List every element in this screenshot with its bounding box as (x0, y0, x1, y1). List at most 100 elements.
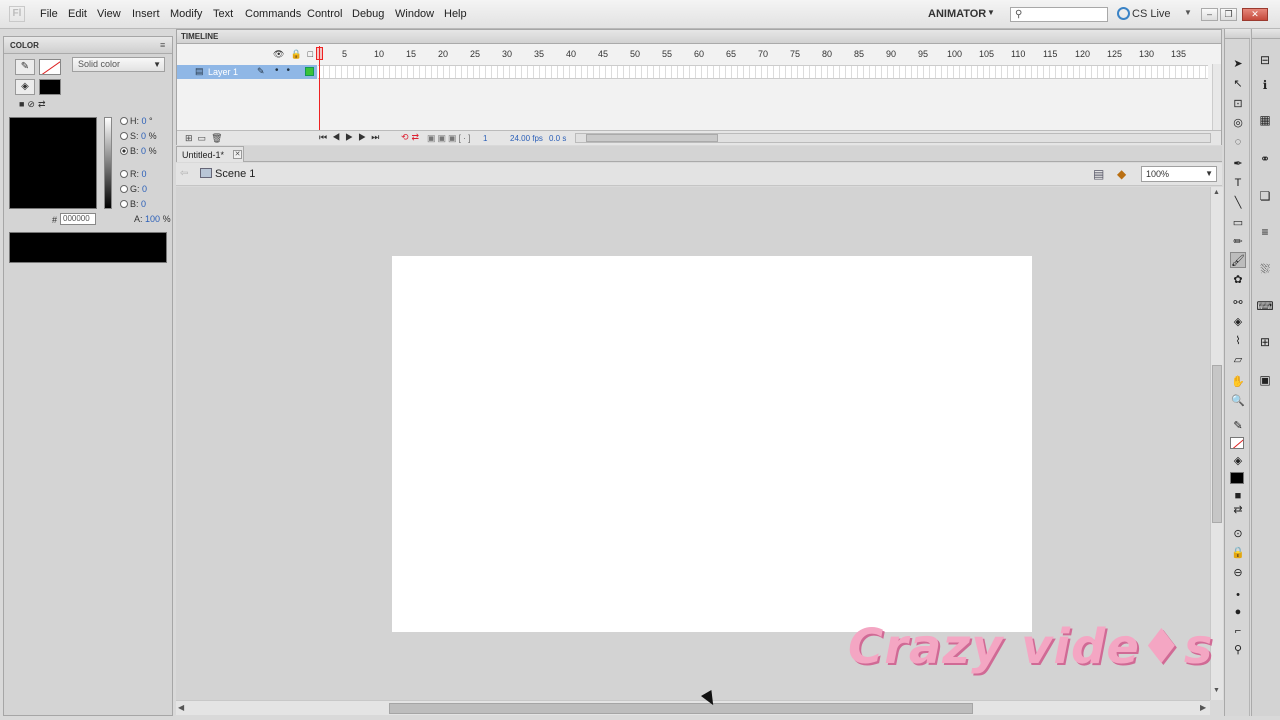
pressure-icon[interactable]: ⚲ (1230, 642, 1246, 658)
new-layer-icon[interactable]: ⊞ (185, 133, 198, 143)
menu-modify[interactable]: Modify (170, 8, 202, 20)
green-row[interactable]: G: 0 (120, 184, 147, 194)
red-row[interactable]: R: 0 (120, 169, 147, 179)
deco-tool-icon[interactable]: ✿ (1230, 272, 1246, 288)
go-first-frame-icon[interactable]: ⏮ (319, 132, 332, 142)
frame-rate-value[interactable]: 24.00 fps (510, 134, 543, 143)
smooth-icon[interactable]: ⊖ (1230, 565, 1246, 581)
code-snippets-icon[interactable]: ⌨ (1256, 297, 1274, 315)
blue-row[interactable]: B: 0 (120, 199, 146, 209)
color-picker-field[interactable] (9, 117, 97, 209)
scroll-down-icon[interactable]: ▼ (1213, 687, 1220, 694)
lock-icon[interactable]: 🔒 (290, 49, 307, 59)
components-panel-icon[interactable]: ⛆ (1256, 260, 1274, 278)
loop-icon[interactable]: ⟲⇄ (401, 132, 422, 143)
new-folder-icon[interactable]: ▭ (198, 133, 212, 143)
scene-breadcrumb[interactable]: Scene 1 (215, 168, 255, 180)
eye-icon[interactable]: 👁 (273, 49, 290, 59)
step-back-icon[interactable]: ◀ (332, 132, 345, 142)
go-last-frame-icon[interactable]: ⏭ (371, 132, 384, 142)
brightness-slider[interactable] (104, 117, 112, 209)
brush-tool-icon[interactable]: 🖌 (1230, 252, 1246, 268)
fill-color-swatch[interactable] (39, 79, 61, 95)
edit-scene-icon[interactable]: ▤ (1093, 167, 1104, 181)
layer-column-icons[interactable]: 👁🔒□ (273, 49, 319, 60)
dock-header[interactable] (1252, 29, 1280, 39)
hue-row[interactable]: H: 0 ° (120, 116, 153, 126)
lasso-tool-icon[interactable]: ◌ (1230, 134, 1246, 150)
stroke-color-swatch[interactable] (39, 59, 61, 75)
properties-panel-icon[interactable]: ≡ (1256, 223, 1274, 241)
text-tool-icon[interactable]: T (1230, 175, 1246, 191)
scroll-right-icon[interactable]: ▶ (1200, 703, 1206, 712)
zoom-select[interactable]: 100% ▼ (1141, 166, 1217, 182)
align-panel-icon[interactable]: ⊟ (1256, 51, 1274, 69)
document-tab[interactable]: Untitled-1* ✕ (176, 146, 244, 162)
search-input[interactable]: ⚲ (1010, 7, 1108, 22)
black-white-swap-icons[interactable]: ■⊘⇄ (19, 99, 49, 110)
blue-radio[interactable] (120, 200, 128, 208)
movie-explorer-icon[interactable]: ▣ (1256, 371, 1274, 389)
snap-to-objects-icon[interactable]: ⊙ (1230, 526, 1246, 542)
scrollbar-thumb[interactable] (1212, 365, 1222, 523)
fill-color-bucket-icon[interactable]: ◈ (15, 79, 35, 95)
menu-commands[interactable]: Commands (245, 8, 301, 20)
step-forward-icon[interactable]: ▶ (358, 132, 371, 142)
swap-colors-icon[interactable]: ⇄ (1230, 502, 1246, 518)
lock-fill-icon[interactable]: 🔒 (1230, 545, 1246, 561)
timeline-header[interactable]: TIMELINE (177, 30, 1221, 44)
green-radio[interactable] (120, 185, 128, 193)
chevron-down-icon[interactable]: ▼ (1184, 8, 1192, 17)
brush-mode-icon[interactable]: • (1230, 587, 1246, 603)
stage-horizontal-scrollbar[interactable]: ◀ ▶ (176, 700, 1210, 715)
red-radio[interactable] (120, 170, 128, 178)
scroll-up-icon[interactable]: ▲ (1213, 189, 1220, 196)
menu-control[interactable]: Control (307, 8, 342, 20)
hex-input[interactable]: 000000 (60, 213, 96, 225)
menu-text[interactable]: Text (213, 8, 233, 20)
3d-rotation-tool-icon[interactable]: ◎ (1230, 115, 1246, 131)
bone-tool-icon[interactable]: ⚯ (1230, 295, 1246, 311)
hue-radio[interactable] (120, 117, 128, 125)
menu-help[interactable]: Help (444, 8, 467, 20)
menu-edit[interactable]: Edit (68, 8, 87, 20)
eyedropper-tool-icon[interactable]: ⌇ (1230, 333, 1246, 349)
chevron-down-icon[interactable]: ▼ (987, 8, 995, 17)
playback-controls[interactable]: ⏮◀▶▶⏭ (319, 132, 384, 143)
edit-symbols-icon[interactable]: ◆ (1117, 167, 1126, 181)
color-type-select[interactable]: Solid color ▼ (72, 57, 165, 72)
motion-presets-icon[interactable]: ⚭ (1256, 150, 1274, 168)
close-icon[interactable]: ✕ (233, 150, 242, 159)
frame-ruler[interactable]: 5 10 15 20 25 30 35 40 45 50 55 60 65 70… (318, 46, 1208, 62)
workspace-switcher[interactable]: ANIMATOR (928, 8, 986, 20)
cs-live-button[interactable]: CS Live (1132, 8, 1171, 20)
pen-tool-icon[interactable]: ✒ (1230, 156, 1246, 172)
brush-size-icon[interactable]: ● (1230, 604, 1246, 620)
layer-name[interactable]: Layer 1 (208, 67, 238, 77)
restore-icon[interactable]: ❐ (1220, 8, 1237, 21)
layer-buttons[interactable]: ⊞▭🗑 (185, 133, 228, 144)
brightness-row[interactable]: B: 0 % (120, 146, 157, 156)
menu-view[interactable]: View (97, 8, 121, 20)
menu-insert[interactable]: Insert (132, 8, 160, 20)
free-transform-tool-icon[interactable]: ⊡ (1230, 96, 1246, 112)
hand-tool-icon[interactable]: ✋ (1230, 374, 1246, 390)
info-panel-icon[interactable]: ℹ (1256, 76, 1274, 94)
tools-header[interactable] (1225, 29, 1250, 39)
layer-row[interactable]: ▤ Layer 1 ✎ •• (177, 65, 317, 79)
menu-file[interactable]: File (40, 8, 58, 20)
cs-live-icon[interactable] (1117, 7, 1130, 20)
brush-shape-icon[interactable]: ⌐ (1230, 623, 1246, 639)
library-panel-icon[interactable]: ❏ (1256, 187, 1274, 205)
selection-tool-icon[interactable]: ➤ (1230, 56, 1246, 72)
stroke-color-pencil-icon[interactable]: ✎ (15, 59, 35, 75)
pencil-tool-icon[interactable]: ✏ (1230, 234, 1246, 250)
stage-canvas[interactable] (392, 256, 1032, 632)
swatches-panel-icon[interactable]: ▦ (1256, 111, 1274, 129)
fill-bucket-icon[interactable]: ◈ (1230, 453, 1246, 469)
close-icon[interactable]: ✕ (1242, 8, 1268, 21)
stroke-color-swatch[interactable] (1230, 437, 1244, 449)
scroll-left-icon[interactable]: ◀ (178, 703, 184, 712)
panel-menu-icon[interactable]: ≡ (160, 40, 165, 50)
onion-skin-icons[interactable]: ▣▣▣[·] (427, 133, 473, 144)
